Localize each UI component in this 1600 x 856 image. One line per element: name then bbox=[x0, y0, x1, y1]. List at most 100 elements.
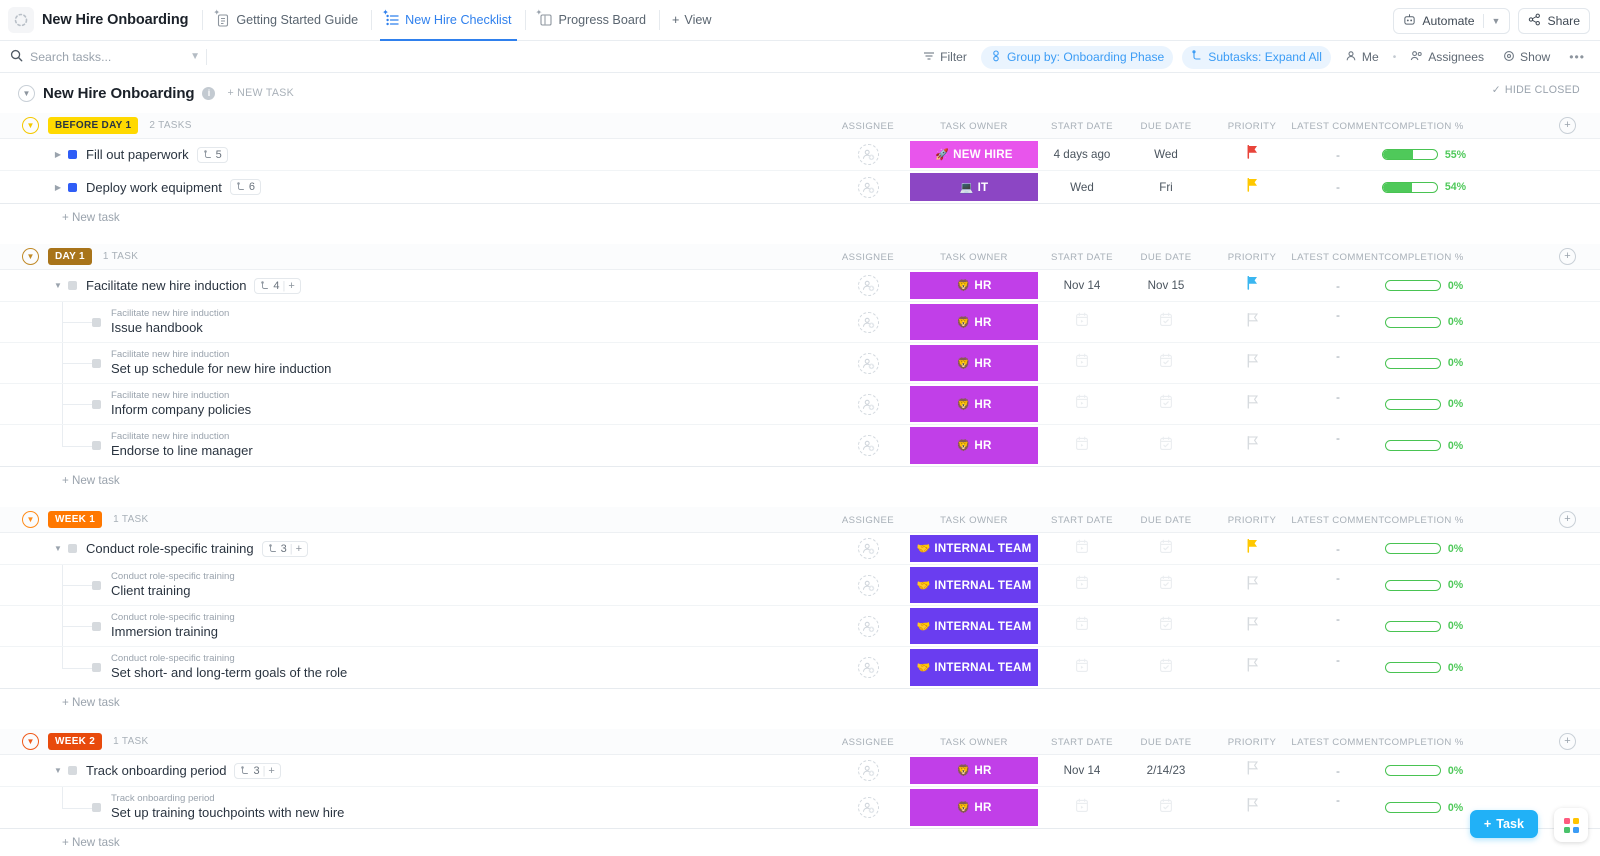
calendar-due-icon[interactable] bbox=[1159, 798, 1173, 818]
start-date-cell[interactable] bbox=[1040, 647, 1124, 688]
subtask-name-cell[interactable]: Conduct role-specific trainingClient tra… bbox=[92, 565, 235, 605]
column-header-latest_comment[interactable]: LATEST COMMENT bbox=[1288, 729, 1388, 755]
priority-flag-icon[interactable] bbox=[1246, 276, 1259, 295]
completion-cell[interactable]: 0% bbox=[1378, 606, 1470, 646]
subtask-count-badge[interactable]: 4|+ bbox=[254, 278, 300, 294]
completion-progress[interactable]: 0% bbox=[1385, 280, 1463, 292]
completion-cell[interactable]: 55% bbox=[1378, 139, 1470, 170]
subtask-count-badge[interactable]: 6 bbox=[230, 179, 261, 195]
calendar-start-icon[interactable] bbox=[1075, 798, 1089, 818]
assignee-cell[interactable] bbox=[830, 425, 906, 466]
completion-cell[interactable]: 0% bbox=[1378, 270, 1470, 301]
task-name-cell[interactable]: ▼Facilitate new hire induction4|+ bbox=[0, 270, 301, 301]
completion-cell[interactable]: 0% bbox=[1378, 425, 1470, 466]
collapse-list-icon[interactable]: ▼ bbox=[18, 85, 35, 102]
completion-progress[interactable]: 0% bbox=[1385, 579, 1463, 591]
latest-comment-cell[interactable]: - bbox=[1288, 270, 1388, 301]
completion-cell[interactable]: 0% bbox=[1378, 647, 1470, 688]
table-row[interactable]: Track onboarding periodSet up training t… bbox=[0, 787, 1600, 828]
start-date-cell[interactable] bbox=[1040, 787, 1124, 828]
start-date-cell[interactable] bbox=[1040, 425, 1124, 466]
subtask-status-icon[interactable] bbox=[92, 359, 101, 368]
task-owner-chip[interactable]: 🤝INTERNAL TEAM bbox=[910, 608, 1038, 644]
group-badge[interactable]: DAY 1 bbox=[48, 248, 92, 265]
priority-flag-icon[interactable] bbox=[1246, 354, 1259, 373]
add-assignee-icon[interactable] bbox=[858, 657, 879, 678]
priority-flag-icon[interactable] bbox=[1246, 576, 1259, 595]
task-name-cell[interactable]: ▼Track onboarding period3|+ bbox=[0, 755, 281, 786]
latest-comment-cell[interactable]: - bbox=[1288, 647, 1388, 688]
task-name-cell[interactable]: ▶Deploy work equipment6 bbox=[0, 171, 261, 203]
chevron-down-icon[interactable]: ▼ bbox=[190, 51, 200, 62]
subtask-status-icon[interactable] bbox=[92, 663, 101, 672]
completion-progress[interactable]: 0% bbox=[1385, 440, 1463, 452]
assignees-button[interactable]: Assignees bbox=[1405, 47, 1489, 68]
table-row[interactable]: Facilitate new hire inductionInform comp… bbox=[0, 384, 1600, 425]
tab-progress-board[interactable]: ✦ Progress Board bbox=[526, 0, 660, 41]
start-date-cell[interactable]: Nov 14 bbox=[1040, 270, 1124, 301]
task-status-icon[interactable] bbox=[68, 766, 77, 775]
task-owner-cell[interactable]: 🦁HR bbox=[910, 384, 1038, 424]
start-date-cell[interactable]: Wed bbox=[1040, 171, 1124, 203]
calendar-start-icon[interactable] bbox=[1075, 436, 1089, 456]
column-header-latest_comment[interactable]: LATEST COMMENT bbox=[1288, 507, 1388, 533]
column-header-task_owner[interactable]: TASK OWNER bbox=[910, 729, 1038, 755]
calendar-start-icon[interactable] bbox=[1075, 616, 1089, 636]
start-date-cell[interactable]: 4 days ago bbox=[1040, 139, 1124, 170]
subtask-status-icon[interactable] bbox=[92, 803, 101, 812]
subtask-status-icon[interactable] bbox=[92, 581, 101, 590]
due-date-cell[interactable]: 2/14/23 bbox=[1126, 755, 1206, 786]
start-date-cell[interactable] bbox=[1040, 533, 1124, 564]
subtask-status-icon[interactable] bbox=[92, 318, 101, 327]
assignee-cell[interactable] bbox=[830, 533, 906, 564]
latest-comment-cell[interactable]: - bbox=[1288, 171, 1388, 203]
latest-comment-cell[interactable]: - bbox=[1288, 425, 1388, 466]
priority-cell[interactable] bbox=[1208, 647, 1296, 688]
task-owner-chip[interactable]: 🦁HR bbox=[910, 789, 1038, 826]
task-owner-chip[interactable]: 🤝INTERNAL TEAM bbox=[910, 649, 1038, 686]
column-header-task_owner[interactable]: TASK OWNER bbox=[910, 113, 1038, 139]
subtasks-button[interactable]: Subtasks: Expand All bbox=[1182, 46, 1331, 69]
column-header-priority[interactable]: PRIORITY bbox=[1208, 113, 1296, 139]
column-header-start_date[interactable]: START DATE bbox=[1040, 244, 1124, 270]
subtask-count-badge[interactable]: 3|+ bbox=[262, 541, 308, 557]
task-owner-cell[interactable]: 🤝INTERNAL TEAM bbox=[910, 647, 1038, 688]
completion-cell[interactable]: 0% bbox=[1378, 755, 1470, 786]
priority-cell[interactable] bbox=[1208, 533, 1296, 564]
add-column-icon[interactable]: + bbox=[1559, 117, 1576, 134]
priority-cell[interactable] bbox=[1208, 171, 1296, 203]
expand-task-icon[interactable]: ▼ bbox=[52, 766, 64, 775]
completion-progress[interactable]: 0% bbox=[1385, 398, 1463, 410]
subtask-name-cell[interactable]: Track onboarding periodSet up training t… bbox=[92, 787, 344, 828]
add-assignee-icon[interactable] bbox=[858, 760, 879, 781]
completion-progress[interactable]: 0% bbox=[1385, 543, 1463, 555]
add-new-task-row[interactable]: + New task bbox=[0, 689, 1600, 715]
column-header-completion[interactable]: COMPLETION % bbox=[1378, 507, 1470, 533]
priority-flag-icon[interactable] bbox=[1246, 658, 1259, 677]
add-new-task-row[interactable]: + New task bbox=[0, 829, 1600, 855]
table-row[interactable]: ▶Fill out paperwork5🚀NEW HIRE4 days agoW… bbox=[0, 139, 1600, 171]
column-header-assignee[interactable]: ASSIGNEE bbox=[830, 507, 906, 533]
task-owner-cell[interactable]: 🤝INTERNAL TEAM bbox=[910, 565, 1038, 605]
column-header-assignee[interactable]: ASSIGNEE bbox=[830, 729, 906, 755]
collapse-group-icon[interactable]: ▼ bbox=[22, 733, 39, 750]
priority-cell[interactable] bbox=[1208, 270, 1296, 301]
latest-comment-cell[interactable]: - bbox=[1288, 533, 1388, 564]
subtask-name-cell[interactable]: Facilitate new hire inductionSet up sche… bbox=[92, 343, 331, 383]
assignee-cell[interactable] bbox=[830, 565, 906, 605]
completion-progress[interactable]: 0% bbox=[1385, 316, 1463, 328]
tab-new-hire-checklist[interactable]: ✦ New Hire Checklist bbox=[372, 0, 524, 41]
priority-flag-icon[interactable] bbox=[1246, 178, 1259, 197]
column-header-task_owner[interactable]: TASK OWNER bbox=[910, 244, 1038, 270]
completion-cell[interactable]: 0% bbox=[1378, 343, 1470, 383]
priority-cell[interactable] bbox=[1208, 565, 1296, 605]
completion-cell[interactable]: 0% bbox=[1378, 302, 1470, 342]
calendar-due-icon[interactable] bbox=[1159, 394, 1173, 414]
task-owner-cell[interactable]: 🚀NEW HIRE bbox=[910, 139, 1038, 170]
assignee-cell[interactable] bbox=[830, 647, 906, 688]
table-row[interactable]: ▶Deploy work equipment6💻ITWedFri-54% bbox=[0, 171, 1600, 203]
due-date-cell[interactable] bbox=[1126, 384, 1206, 424]
subtask-name-cell[interactable]: Facilitate new hire inductionEndorse to … bbox=[92, 425, 253, 466]
start-date-cell[interactable] bbox=[1040, 302, 1124, 342]
add-subtask-icon[interactable]: + bbox=[268, 765, 274, 777]
